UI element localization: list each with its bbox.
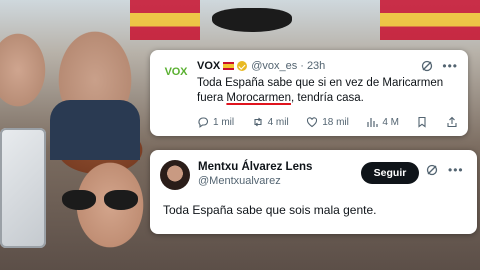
avatar[interactable] bbox=[160, 160, 190, 190]
tweet-header: VOX @vox_es · 23h ••• bbox=[197, 58, 458, 74]
reply-icon bbox=[198, 117, 209, 128]
share-button[interactable] bbox=[446, 116, 458, 128]
sunglasses bbox=[212, 8, 292, 32]
share-icon bbox=[447, 116, 457, 128]
tweet-header: Mentxu Álvarez Lens @Mentxualvarez bbox=[198, 160, 312, 188]
more-icon[interactable]: ••• bbox=[448, 164, 464, 176]
bookmark-button[interactable] bbox=[416, 116, 428, 128]
like-button[interactable]: 18 mil bbox=[306, 116, 349, 128]
spanish-flag bbox=[130, 0, 200, 40]
reply-count: 1 mil bbox=[213, 116, 235, 128]
spain-flag-icon bbox=[223, 62, 235, 70]
tweet-text: Toda España sabe que sois mala gente. bbox=[163, 203, 377, 217]
tweet-text-part: , tendría casa. bbox=[290, 92, 364, 104]
more-icon[interactable]: ••• bbox=[442, 60, 458, 72]
repost-count: 4 mil bbox=[267, 116, 289, 128]
tweet-card-vox[interactable]: VOX VOX @vox_es · 23h ••• Toda España sa… bbox=[150, 50, 468, 136]
grok-icon[interactable] bbox=[421, 60, 433, 72]
shirt bbox=[50, 100, 140, 160]
grok-icon[interactable] bbox=[426, 164, 438, 176]
tweet-actions: 1 mil 4 mil 18 mil 4 M bbox=[197, 115, 458, 129]
follow-button[interactable]: Seguir bbox=[361, 162, 419, 184]
bookmark-icon bbox=[418, 116, 427, 128]
phone bbox=[0, 128, 46, 248]
reply-button[interactable]: 1 mil bbox=[197, 116, 234, 128]
display-name[interactable]: Mentxu Álvarez Lens bbox=[198, 160, 312, 174]
views-button[interactable]: 4 M bbox=[366, 116, 399, 128]
views-count: 4 M bbox=[382, 116, 400, 128]
tweet-card-mentxu[interactable]: Mentxu Álvarez Lens @Mentxualvarez Segui… bbox=[150, 150, 477, 234]
sunglasses bbox=[104, 190, 138, 210]
spanish-flag bbox=[380, 0, 480, 40]
separator-dot: · bbox=[300, 60, 304, 72]
repost-icon bbox=[254, 117, 262, 127]
sunglasses bbox=[62, 190, 96, 210]
highlighted-word: Morocarmen bbox=[226, 92, 291, 104]
views-icon bbox=[367, 118, 378, 127]
verified-badge-icon bbox=[237, 61, 248, 71]
like-icon bbox=[307, 117, 318, 128]
tweet-text: Toda España sabe que si en vez de Marica… bbox=[197, 76, 460, 106]
handle[interactable]: @vox_es bbox=[251, 60, 297, 72]
handle[interactable]: @Mentxualvarez bbox=[198, 174, 312, 188]
repost-button[interactable]: 4 mil bbox=[252, 116, 289, 128]
like-count: 18 mil bbox=[322, 116, 349, 128]
timestamp[interactable]: 23h bbox=[307, 60, 325, 72]
vox-logo[interactable]: VOX bbox=[160, 62, 192, 82]
display-name[interactable]: VOX bbox=[197, 60, 220, 72]
